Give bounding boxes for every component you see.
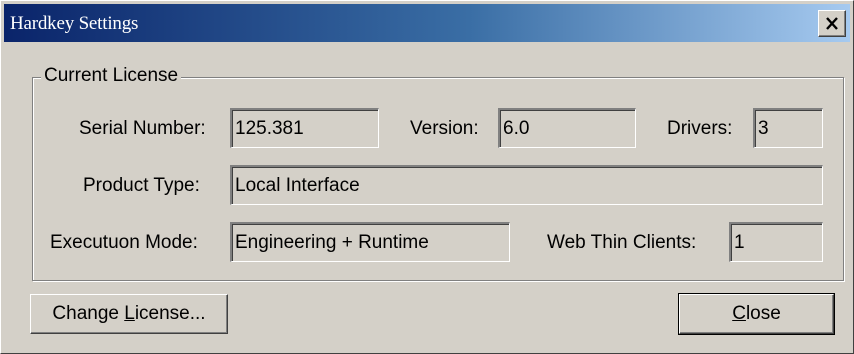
change-license-accelerator: L bbox=[124, 303, 135, 324]
serial-number-label: Serial Number: bbox=[79, 118, 206, 139]
close-button[interactable]: Close bbox=[678, 293, 835, 335]
drivers-label: Drivers: bbox=[667, 118, 733, 139]
change-license-button[interactable]: Change License... bbox=[30, 294, 228, 334]
change-license-rest: icense... bbox=[134, 303, 206, 324]
execution-mode-field[interactable]: Engineering + Runtime bbox=[230, 222, 510, 262]
execution-mode-label: Executuon Mode: bbox=[50, 232, 198, 253]
web-thin-clients-field[interactable]: 1 bbox=[729, 222, 823, 262]
web-thin-clients-label: Web Thin Clients: bbox=[547, 232, 697, 253]
window-title: Hardkey Settings bbox=[10, 13, 139, 34]
product-type-label: Product Type: bbox=[83, 175, 200, 196]
drivers-field[interactable]: 3 bbox=[753, 108, 823, 148]
close-icon bbox=[826, 17, 838, 30]
close-accelerator: C bbox=[732, 303, 746, 324]
serial-number-field[interactable]: 125.381 bbox=[230, 108, 379, 148]
current-license-legend: Current License bbox=[41, 65, 182, 87]
version-label: Version: bbox=[410, 118, 479, 139]
title-close-button[interactable] bbox=[818, 10, 846, 37]
product-type-field[interactable]: Local Interface bbox=[230, 165, 823, 205]
version-field[interactable]: 6.0 bbox=[498, 108, 636, 148]
hardkey-settings-dialog: Hardkey Settings Current License Serial … bbox=[0, 0, 854, 354]
close-rest: lose bbox=[745, 303, 781, 324]
title-bar[interactable]: Hardkey Settings bbox=[4, 4, 850, 42]
change-license-prefix: Change bbox=[52, 303, 125, 324]
